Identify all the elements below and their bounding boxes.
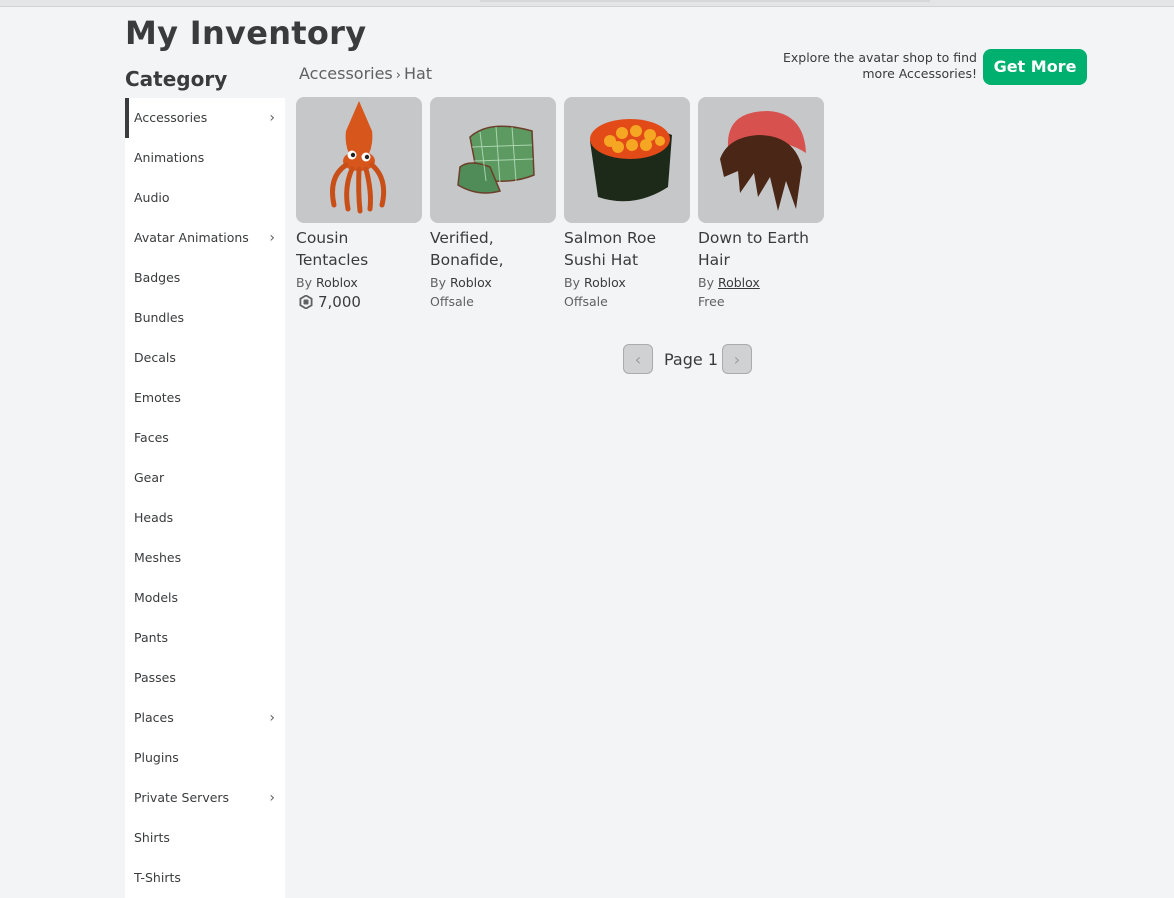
sidebar-item-label: Faces: [134, 430, 169, 445]
sushi-hat-icon: [590, 119, 672, 202]
sidebar-item-animations[interactable]: Animations: [125, 138, 285, 178]
plaid-cap-icon: [457, 125, 535, 194]
sidebar-item-label: Heads: [134, 510, 174, 525]
item-card[interactable]: Down to Earth Hair By Roblox Free: [698, 97, 824, 310]
sidebar-item-audio[interactable]: Audio: [125, 178, 285, 218]
pagination: ‹ Page 1 ›: [623, 344, 752, 374]
sidebar-item-label: Shirts: [134, 830, 170, 845]
promo-line-1: Explore the avatar shop to find: [782, 50, 977, 65]
chevron-right-icon: ›: [269, 790, 275, 806]
scrollbar[interactable]: [480, 0, 930, 2]
creator-link[interactable]: Roblox: [450, 275, 492, 290]
item-thumbnail[interactable]: [698, 97, 824, 223]
next-page-button[interactable]: ›: [722, 344, 752, 374]
sidebar-item-label: Animations: [134, 150, 205, 165]
sidebar-item-faces[interactable]: Faces: [125, 418, 285, 458]
sidebar-item-label: Gear: [134, 470, 165, 485]
promo-text: Explore the avatar shop to find more Acc…: [783, 50, 977, 82]
breadcrumb: Accessories › Hat: [299, 64, 432, 83]
sidebar-item-heads[interactable]: Heads: [125, 498, 285, 538]
item-name[interactable]: Cousin Tentacles: [296, 227, 422, 271]
sidebar-item-label: Places: [134, 710, 174, 725]
item-price: 7,000: [299, 294, 422, 310]
prev-page-button[interactable]: ‹: [623, 344, 653, 374]
sidebar-item-label: Emotes: [134, 390, 181, 405]
item-thumbnail[interactable]: [430, 97, 556, 223]
sidebar-item-t-shirts[interactable]: T-Shirts: [125, 858, 285, 898]
page-title: My Inventory: [125, 14, 367, 52]
sidebar-item-shirts[interactable]: Shirts: [125, 818, 285, 858]
sidebar-item-passes[interactable]: Passes: [125, 658, 285, 698]
item-name[interactable]: Down to Earth Hair: [698, 227, 824, 271]
sidebar-item-models[interactable]: Models: [125, 578, 285, 618]
item-price: Offsale: [564, 294, 608, 309]
squid-hat-icon: [330, 101, 387, 214]
category-sidebar: Accessories › Animations Audio Avatar Animat…: [125, 98, 285, 898]
sidebar-item-pants[interactable]: Pants: [125, 618, 285, 658]
creator-link[interactable]: Roblox: [584, 275, 626, 290]
hair-beanie-icon: [720, 111, 806, 211]
item-card[interactable]: Salmon Roe Sushi Hat By Roblox Offsale: [564, 97, 690, 310]
item-grid: Cousin Tentacles By Roblox 7,000 Verifie…: [296, 97, 824, 310]
item-price: Offsale: [430, 294, 474, 309]
sidebar-item-label: Meshes: [134, 550, 182, 565]
get-more-button[interactable]: Get More: [983, 49, 1087, 85]
chevron-right-icon: ›: [269, 230, 275, 246]
item-creator: By Roblox: [430, 275, 492, 290]
chevron-left-icon: ‹: [634, 349, 642, 369]
sidebar-item-label: Plugins: [134, 750, 179, 765]
creator-link[interactable]: Roblox: [316, 275, 358, 290]
browser-top-bar: [0, 0, 1174, 7]
sidebar-item-label: Decals: [134, 350, 176, 365]
sidebar-item-label: Avatar Animations: [134, 230, 249, 245]
sidebar-item-label: Private Servers: [134, 790, 230, 805]
chevron-right-icon: ›: [269, 110, 275, 126]
sidebar-item-private-servers[interactable]: Private Servers ›: [125, 778, 285, 818]
sidebar-item-bundles[interactable]: Bundles: [125, 298, 285, 338]
sidebar-item-places[interactable]: Places ›: [125, 698, 285, 738]
item-price: Free: [698, 294, 725, 309]
robux-icon: [299, 295, 313, 309]
sidebar-item-label: Pants: [134, 630, 168, 645]
sidebar-item-label: Audio: [134, 190, 170, 205]
sidebar-item-avatar-animations[interactable]: Avatar Animations ›: [125, 218, 285, 258]
sidebar-item-label: T-Shirts: [134, 870, 181, 885]
chevron-right-icon: ›: [269, 710, 275, 726]
sidebar-item-plugins[interactable]: Plugins: [125, 738, 285, 778]
page-label: Page 1: [664, 349, 718, 369]
sidebar-item-label: Bundles: [134, 310, 185, 325]
sidebar-item-label: Models: [134, 590, 179, 605]
item-creator: By Roblox: [564, 275, 626, 290]
sidebar-item-label: Accessories: [134, 110, 208, 125]
creator-link[interactable]: Roblox: [718, 275, 760, 290]
item-card[interactable]: Verified, Bonafide, By Roblox Offsale: [430, 97, 556, 310]
sidebar-item-label: Badges: [134, 270, 181, 285]
category-title: Category: [125, 67, 228, 91]
sidebar-item-badges[interactable]: Badges: [125, 258, 285, 298]
breadcrumb-parent[interactable]: Accessories: [299, 64, 393, 83]
sidebar-item-label: Passes: [134, 670, 176, 685]
sidebar-item-emotes[interactable]: Emotes: [125, 378, 285, 418]
sidebar-item-meshes[interactable]: Meshes: [125, 538, 285, 578]
sidebar-item-gear[interactable]: Gear: [125, 458, 285, 498]
item-name[interactable]: Salmon Roe Sushi Hat: [564, 227, 690, 271]
breadcrumb-current: Hat: [403, 64, 433, 83]
item-creator: By Roblox: [698, 275, 760, 290]
item-card[interactable]: Cousin Tentacles By Roblox 7,000: [296, 97, 422, 310]
sidebar-item-accessories[interactable]: Accessories ›: [125, 98, 285, 138]
item-thumbnail[interactable]: [296, 97, 422, 223]
item-thumbnail[interactable]: [564, 97, 690, 223]
item-name[interactable]: Verified, Bonafide,: [430, 227, 556, 271]
sidebar-item-decals[interactable]: Decals: [125, 338, 285, 378]
chevron-right-icon: ›: [733, 349, 741, 369]
promo-line-2: more Accessories!: [862, 66, 977, 81]
item-creator: By Roblox: [296, 275, 358, 290]
breadcrumb-separator-icon: ›: [395, 68, 401, 83]
